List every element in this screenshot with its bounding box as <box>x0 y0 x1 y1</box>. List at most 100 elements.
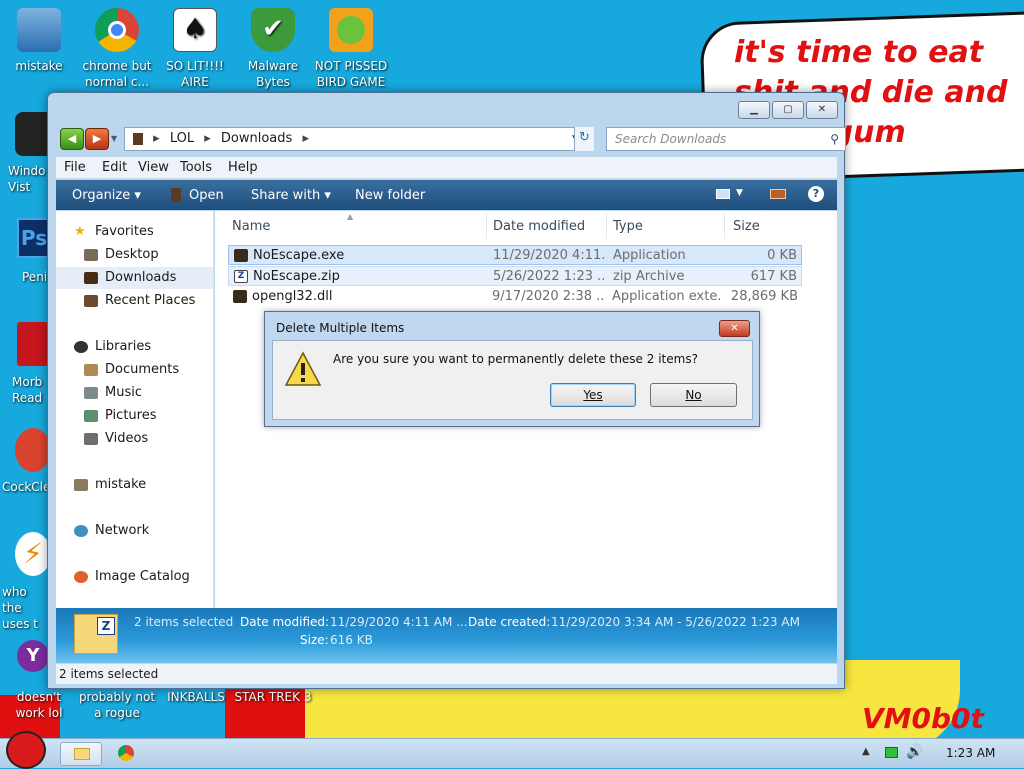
lightning-icon[interactable]: ⚡ <box>15 532 51 576</box>
desktop-icon-malwarebytes[interactable]: ✔ Malware Bytes <box>234 8 312 90</box>
nav-label: Recent Places <box>105 293 196 308</box>
no-button[interactable]: No <box>650 383 737 407</box>
desktop-icon-label: Malware Bytes <box>247 59 299 89</box>
recent-pages-icon[interactable]: ▼ <box>111 134 117 143</box>
file-row[interactable]: Z NoEscape.zip 5/26/2022 1:23 ... zip Ar… <box>228 266 802 286</box>
help-icon[interactable]: ? <box>808 186 824 202</box>
desktop-icon-solitaire[interactable]: ♠ SO LIT!!!! AIRE <box>156 8 234 90</box>
dialog-title: Delete Multiple Items <box>276 321 405 335</box>
nav-label: Downloads <box>105 270 177 285</box>
search-placeholder: Search Downloads <box>615 132 727 146</box>
pig-icon <box>329 8 373 52</box>
file-type: zip Archive <box>613 269 685 284</box>
new-folder-button[interactable]: New folder <box>355 188 425 203</box>
yes-label: Yes <box>583 388 603 402</box>
nav-image-catalog[interactable]: Image Catalog <box>56 566 214 588</box>
address-input[interactable]: ▸ LOL ▸ Downloads ▸ ▼ <box>124 127 594 151</box>
minimize-button[interactable]: ▁ <box>738 101 770 119</box>
menu-file[interactable]: File <box>64 160 86 175</box>
yes-button[interactable]: Yes <box>550 383 636 407</box>
network-tray-icon[interactable] <box>885 747 898 758</box>
volume-icon[interactable]: 🔊 <box>906 744 923 760</box>
breadcrumb-lol[interactable]: LOL <box>170 131 194 146</box>
nav-mistake[interactable]: mistake <box>56 474 214 496</box>
column-divider[interactable] <box>486 213 487 239</box>
close-button[interactable]: ✕ <box>806 101 838 119</box>
desktop-icon-mistake[interactable]: mistake <box>0 8 78 74</box>
desktop-icon-bird-game[interactable]: NOT PISSED BIRD GAME <box>312 8 390 90</box>
photoshop-icon[interactable]: Ps <box>17 218 51 258</box>
desktop-icon-chrome[interactable]: chrome but normal c... <box>78 8 156 90</box>
chrome-icon[interactable] <box>118 745 134 761</box>
nav-favorites[interactable]: ★ Favorites <box>56 221 214 243</box>
file-row[interactable]: opengl32.dll 9/17/2020 2:38 ... Applicat… <box>228 287 802 307</box>
forward-icon[interactable]: ▶ <box>85 128 109 150</box>
pdf-icon[interactable] <box>17 322 49 366</box>
details-date-modified-label: Date modified: <box>240 615 330 629</box>
search-icon[interactable]: ⚲ <box>830 128 839 150</box>
file-date: 9/17/2020 2:38 ... <box>492 289 604 304</box>
nav-videos[interactable]: Videos <box>56 428 214 450</box>
menu-view[interactable]: View <box>138 160 169 175</box>
clock[interactable]: 1:23 AM <box>946 746 995 760</box>
dialog-close-button[interactable]: ✕ <box>719 320 750 337</box>
menu-edit[interactable]: Edit <box>102 160 127 175</box>
ccleaner-icon[interactable] <box>15 428 51 472</box>
desktop-label: who the uses t <box>2 585 39 631</box>
chevron-down-icon[interactable]: ▼ <box>736 188 743 198</box>
delete-dialog: Delete Multiple Items ✕ Are you sure you… <box>264 311 760 427</box>
menu-tools[interactable]: Tools <box>180 160 212 175</box>
yahoo-icon[interactable]: Y <box>17 640 49 672</box>
nav-network[interactable]: Network <box>56 520 214 542</box>
file-name: NoEscape.exe <box>253 248 345 263</box>
nav-desktop[interactable]: Desktop <box>56 244 214 266</box>
nav-music[interactable]: Music <box>56 382 214 404</box>
file-size: 28,869 KB <box>730 289 798 304</box>
watermark: VM0b0t <box>862 702 984 735</box>
image-catalog-icon <box>74 571 88 583</box>
refresh-icon[interactable]: ↻ <box>574 127 594 151</box>
maximize-button[interactable]: ▢ <box>772 101 804 119</box>
file-name: opengl32.dll <box>252 289 333 304</box>
desktop-icon-label: mistake <box>15 59 63 73</box>
open-button[interactable]: Open <box>189 188 224 203</box>
monitor-icon <box>17 8 61 52</box>
taskbar-explorer-button[interactable] <box>60 742 102 766</box>
column-divider[interactable] <box>724 213 725 239</box>
file-name: NoEscape.zip <box>253 269 340 284</box>
column-type[interactable]: Type <box>613 219 643 234</box>
tray-arrow-icon[interactable]: ▲ <box>862 746 870 757</box>
nav-label: Libraries <box>95 339 152 354</box>
nav-downloads[interactable]: Downloads <box>56 267 213 289</box>
column-name[interactable]: Name <box>232 219 270 234</box>
search-input[interactable]: Search Downloads ⚲ <box>606 127 846 151</box>
share-with-button[interactable]: Share with ▾ <box>251 188 331 203</box>
column-size[interactable]: Size <box>733 219 760 234</box>
nav-recent-places[interactable]: Recent Places <box>56 290 214 312</box>
navigation-pane: ★ Favorites Desktop Downloads Recent Pla… <box>56 211 214 608</box>
view-icon[interactable] <box>716 189 730 199</box>
back-icon[interactable]: ◀ <box>60 128 84 150</box>
file-row[interactable]: NoEscape.exe 11/29/2020 4:11... Applicat… <box>228 245 802 265</box>
zip-icon: Z <box>234 270 248 283</box>
dll-icon <box>233 290 247 303</box>
nav-libraries[interactable]: Libraries <box>56 336 214 358</box>
nav-pictures[interactable]: Pictures <box>56 405 214 427</box>
start-button-icon[interactable] <box>6 731 46 769</box>
file-date: 11/29/2020 4:11... <box>493 248 605 263</box>
nav-documents[interactable]: Documents <box>56 359 214 381</box>
preview-pane-icon[interactable] <box>770 189 786 199</box>
details-size: 616 KB <box>330 633 373 647</box>
dialog-body: Are you sure you want to permanently del… <box>272 340 753 420</box>
organize-button[interactable]: Organize ▾ <box>72 188 141 203</box>
nav-label: Documents <box>105 362 180 377</box>
breadcrumb-separator: ▸ <box>302 131 309 146</box>
shield-icon: ✔ <box>251 8 295 52</box>
music-icon <box>84 387 98 399</box>
column-divider[interactable] <box>606 213 607 239</box>
menu-help[interactable]: Help <box>228 160 258 175</box>
column-date-modified[interactable]: Date modified <box>493 219 585 234</box>
breadcrumb-downloads[interactable]: Downloads <box>221 131 292 146</box>
recent-places-icon <box>84 295 98 307</box>
details-date-modified: 11/29/2020 4:11 AM ... <box>330 615 468 629</box>
